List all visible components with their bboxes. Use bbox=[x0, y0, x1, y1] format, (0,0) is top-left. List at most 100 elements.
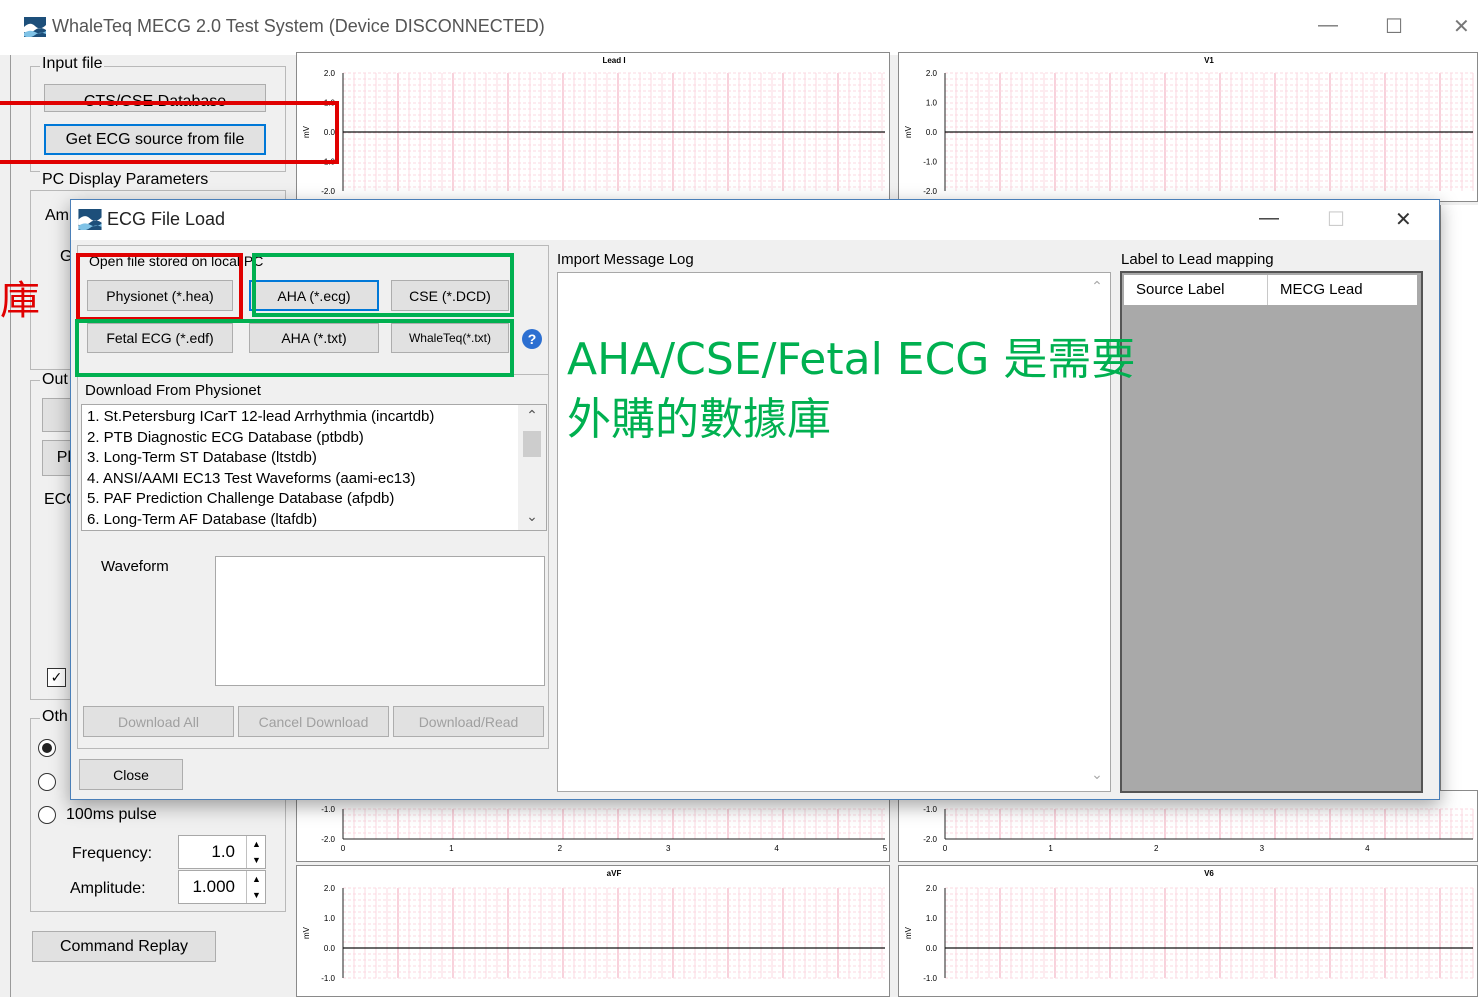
chart-title: aVF bbox=[607, 869, 622, 878]
chart-v1: V1 2.0 1.0 0.0 -1.0 -2.0 mV bbox=[898, 52, 1478, 202]
chart-ytick-label: -1.0 bbox=[923, 158, 937, 167]
scroll-thumb[interactable] bbox=[523, 431, 541, 457]
display-checkbox[interactable]: ✓ bbox=[47, 668, 66, 687]
waveform-label: Waveform bbox=[101, 558, 169, 575]
import-log-label: Import Message Log bbox=[557, 251, 694, 268]
chart-ytick-label: -2.0 bbox=[321, 835, 335, 844]
signal-radio-2[interactable] bbox=[38, 773, 56, 791]
annotation-green-text-2: 外購的數據庫 bbox=[567, 394, 831, 445]
chart-avf-svg: aVF 2.0 1.0 0.0 -1.0 mV bbox=[302, 869, 885, 983]
dialog-minimize-button[interactable]: — bbox=[1259, 207, 1279, 230]
chart-xtick-label: 3 bbox=[666, 844, 671, 853]
annotation-red-box-physionet bbox=[76, 253, 243, 321]
download-read-button: Download/Read bbox=[393, 706, 544, 737]
app-logo-icon bbox=[24, 17, 46, 38]
chart-ytick-label: -1.0 bbox=[321, 805, 335, 814]
dialog-close-action-button[interactable]: Close bbox=[79, 759, 183, 790]
chart-xtick-label: 0 bbox=[943, 844, 948, 853]
scroll-up-icon[interactable]: ⌃ bbox=[518, 407, 546, 424]
right-chart-strip bbox=[1440, 205, 1478, 790]
physionet-list-item[interactable]: 4. ANSI/AAMI EC13 Test Waveforms (aami-e… bbox=[82, 469, 546, 490]
list-scrollbar[interactable]: ⌃ ⌄ bbox=[518, 405, 546, 530]
chart-avf: aVF 2.0 1.0 0.0 -1.0 mV bbox=[296, 865, 890, 997]
signal-radio-selected[interactable] bbox=[38, 739, 56, 757]
chart-xtick-label: 2 bbox=[558, 844, 563, 853]
minimize-window-button[interactable]: — bbox=[1318, 14, 1338, 37]
chart-lead-i: Lead I 2.0 1.0 0.0 -1.0 -2.0 mV bbox=[296, 52, 890, 202]
frequency-value: 1.0 bbox=[211, 842, 235, 861]
download-all-button: Download All bbox=[83, 706, 234, 737]
left-panel-border bbox=[10, 55, 11, 997]
chart-title: Lead I bbox=[602, 56, 625, 65]
chart-ytick-label: 2.0 bbox=[324, 884, 336, 893]
physionet-database-list[interactable]: 1. St.Petersburg ICarT 12-lead Arrhythmi… bbox=[81, 404, 547, 531]
chart-v6: V6 2.0 1.0 0.0 -1.0 mV bbox=[898, 865, 1478, 997]
mapping-col-source-label[interactable]: Source Label bbox=[1124, 275, 1268, 305]
annotation-green-box-aha-cse bbox=[252, 253, 514, 317]
chart-ytick-label: 2.0 bbox=[926, 69, 938, 78]
dialog-title: ECG File Load bbox=[107, 209, 226, 229]
chart-v6-svg: V6 2.0 1.0 0.0 -1.0 mV bbox=[904, 869, 1474, 983]
chart-xtick-label: 1 bbox=[1048, 844, 1053, 853]
chart-lead-i-svg: Lead I2.01.00.0-1.0-2.0mV bbox=[302, 56, 885, 196]
chart-xtick-label: 4 bbox=[1365, 844, 1370, 853]
frequency-spinner-arrows[interactable]: ▲ ▼ bbox=[246, 836, 266, 868]
amplitude-label: Amplitude: bbox=[70, 880, 146, 897]
amplitude-spinner-arrows[interactable]: ▲ ▼ bbox=[246, 871, 266, 903]
chart-ytick-label: 1.0 bbox=[324, 914, 336, 923]
chart-xtick-label: 5 bbox=[883, 844, 888, 853]
physionet-list-item[interactable]: 2. PTB Diagnostic ECG Database (ptbdb) bbox=[82, 428, 546, 449]
label-mapping-label: Label to Lead mapping bbox=[1121, 251, 1274, 268]
chart-ytick-label: 0.0 bbox=[324, 944, 336, 953]
chart-middle-left: -1.0 -2.0 0 1 2 3 4 5 bbox=[296, 790, 890, 862]
mapping-col-mecg-lead[interactable]: MECG Lead bbox=[1268, 275, 1417, 305]
chart-ytick-label: -2.0 bbox=[923, 835, 937, 844]
chart-ytick-label: 0.0 bbox=[926, 128, 938, 137]
maximize-window-button[interactable]: ☐ bbox=[1385, 14, 1403, 39]
waveform-list[interactable] bbox=[215, 556, 545, 686]
chart-title: V6 bbox=[1204, 869, 1214, 878]
annotation-red-text-partial: 庫 bbox=[0, 278, 40, 324]
chart-xtick-label: 4 bbox=[774, 844, 779, 853]
chart-ylabel: mV bbox=[904, 125, 913, 138]
chart-v1-svg: V1 2.0 1.0 0.0 -1.0 -2.0 mV bbox=[904, 56, 1474, 196]
log-scroll-up-icon[interactable]: ⌃ bbox=[1085, 278, 1109, 295]
chart-ytick-label: 0.0 bbox=[926, 944, 938, 953]
chart-middle-left-svg: -1.0 -2.0 0 1 2 3 4 5 bbox=[321, 805, 888, 853]
chart-xtick-label: 2 bbox=[1154, 844, 1159, 853]
chart-ytick-label: -1.0 bbox=[321, 974, 335, 983]
physionet-list-item[interactable]: 5. PAF Prediction Challenge Database (af… bbox=[82, 489, 546, 510]
physionet-list-item[interactable]: 6. Long-Term AF Database (ltafdb) bbox=[82, 510, 546, 531]
chart-ytick-label: 2.0 bbox=[324, 69, 336, 78]
chart-middle-right: -1.0 -2.0 0 1 2 3 4 bbox=[898, 790, 1478, 862]
physionet-list-items: 1. St.Petersburg ICarT 12-lead Arrhythmi… bbox=[82, 405, 546, 530]
dialog-titlebar bbox=[71, 200, 1439, 240]
amplitude-label-partial: Am bbox=[45, 207, 69, 224]
cancel-download-button: Cancel Download bbox=[238, 706, 389, 737]
chart-ytick-label: 1.0 bbox=[926, 99, 938, 108]
help-icon[interactable]: ? bbox=[522, 329, 542, 349]
annotation-green-text-1: AHA/CSE/Fetal ECG 是需要 bbox=[567, 334, 1136, 385]
dialog-close-button[interactable]: ✕ bbox=[1395, 207, 1412, 232]
chart-ylabel: mV bbox=[302, 926, 311, 939]
chart-ytick-label: 1.0 bbox=[926, 914, 938, 923]
pulse-100ms-radio[interactable] bbox=[38, 806, 56, 824]
scroll-down-icon[interactable]: ⌄ bbox=[518, 508, 546, 525]
annotation-red-box-get-ecg bbox=[0, 101, 339, 164]
pulse-100ms-label: 100ms pulse bbox=[66, 806, 157, 823]
physionet-list-item[interactable]: 3. Long-Term ST Database (ltstdb) bbox=[82, 448, 546, 469]
label-mapping-table[interactable]: Source Label MECG Lead bbox=[1120, 271, 1423, 793]
chart-title: V1 bbox=[1204, 56, 1214, 65]
mapping-header: Source Label MECG Lead bbox=[1124, 275, 1417, 305]
command-replay-button[interactable]: Command Replay bbox=[32, 931, 216, 962]
chart-xtick-label: 3 bbox=[1260, 844, 1265, 853]
download-physionet-label: Download From Physionet bbox=[85, 382, 261, 399]
physionet-list-item[interactable]: 1. St.Petersburg ICarT 12-lead Arrhythmi… bbox=[82, 407, 546, 428]
log-scroll-down-icon[interactable]: ⌄ bbox=[1085, 766, 1109, 783]
annotation-green-box-fetal-aha-txt bbox=[75, 319, 514, 377]
output-group-label: Out bbox=[40, 371, 70, 389]
chart-ytick-label: -2.0 bbox=[923, 187, 937, 196]
chart-ytick-label: 2.0 bbox=[926, 884, 938, 893]
close-window-button[interactable]: ✕ bbox=[1453, 14, 1470, 39]
input-file-group-label: Input file bbox=[40, 55, 105, 73]
